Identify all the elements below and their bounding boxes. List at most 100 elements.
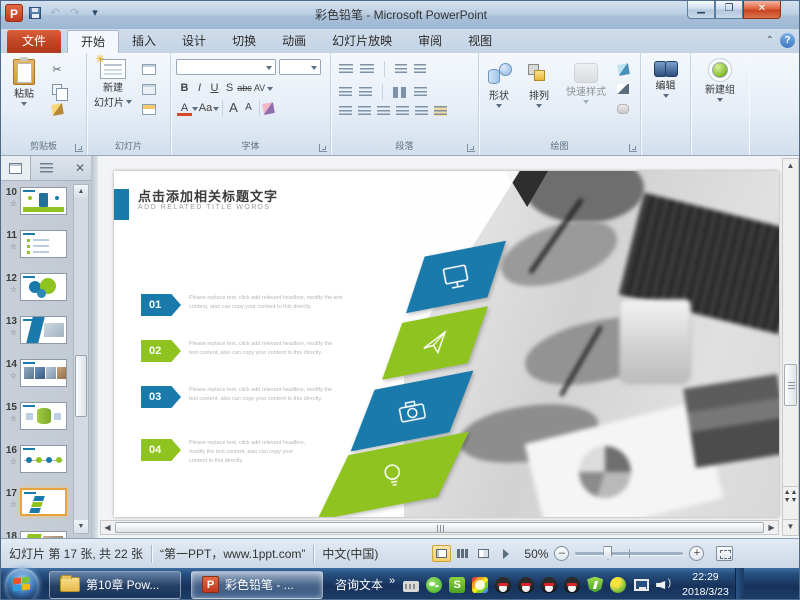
panel-scrollbar-thumb[interactable] [75,355,87,417]
section-button[interactable] [139,101,159,117]
zoom-out-button[interactable]: – [554,546,569,561]
network-icon[interactable] [633,578,649,594]
show-desktop-button[interactable] [735,568,744,600]
copy-button[interactable] [47,81,67,97]
restore-button[interactable]: ❐ [715,1,743,19]
horizontal-scrollbar-thumb[interactable] [115,522,764,533]
qq-icon[interactable] [518,577,534,593]
change-case-button[interactable]: Aa [198,100,213,116]
new-group-button[interactable]: 新建组 [691,53,749,102]
taskbar-clock[interactable]: 22:29 2018/3/23 [682,570,729,598]
slideshow-button[interactable] [495,545,514,562]
reset-slide-button[interactable] [139,81,159,97]
slide-thumb-15[interactable]: 15 [1,402,71,438]
zoom-in-button[interactable]: + [689,546,704,561]
help-icon[interactable]: ? [780,33,795,48]
slide-thumb-12[interactable]: 12 [1,273,71,309]
tab-review[interactable]: 审阅 [405,30,455,53]
italic-button[interactable]: I [192,80,207,96]
character-spacing-button[interactable]: AV [252,80,267,96]
change-case-arrow[interactable] [213,107,219,111]
slide-17-editing-surface[interactable]: 点击添加相关标题文字 ADD RELATED TITLE WORDS 01 Pl… [114,171,779,517]
horizontal-scrollbar[interactable]: ◀ ▶ [100,520,779,535]
list-item-03[interactable]: 03 Please replace text, click add releva… [141,386,339,408]
next-slide-icon[interactable]: ▼▼ [783,497,798,505]
start-button[interactable] [5,568,39,600]
underline-button[interactable]: U [207,80,222,96]
text-direction-icon[interactable] [414,64,426,75]
slide-thumb-11[interactable]: 11 [1,230,71,266]
close-button[interactable]: ✕ [743,1,781,19]
arrange-button[interactable]: 排列 [519,57,559,117]
decrease-indent-icon[interactable] [339,87,352,98]
rainbow-app-icon[interactable] [472,577,488,593]
cut-button[interactable]: ✂ [47,61,67,77]
minimize-button[interactable]: ▁ [687,1,715,19]
taskbar-button-folder[interactable]: 第10章 Pow... [49,571,181,599]
language-indicator[interactable]: 中文(中国) [322,545,378,562]
taskbar-toolbar-label[interactable]: 咨询文本 [335,576,383,593]
title-bar[interactable]: P ↶ ↷ ▾ 彩色铅笔 - Microsoft PowerPoint ▁ ❐ … [1,1,800,29]
new-slide-button[interactable]: 新建 幻灯片 [87,53,139,117]
align-center-icon[interactable] [358,106,371,116]
quick-styles-button[interactable]: 快速样式 [559,57,613,117]
font-size-combobox[interactable] [279,59,321,75]
bold-button[interactable]: B [177,80,192,96]
drawing-dialog-launcher[interactable] [629,144,637,152]
list-item-01[interactable]: 01 Please replace text, click add releva… [141,294,351,316]
font-name-combobox[interactable] [176,59,276,75]
shrink-font-button[interactable]: A [241,100,256,116]
zoom-slider-handle[interactable] [603,546,612,560]
taskbar-button-powerpoint[interactable]: P 彩色铅笔 - ... [191,571,323,599]
panel-splitter[interactable] [91,156,98,538]
list-item-02[interactable]: 02 Please replace text, click add releva… [141,340,339,362]
font-dialog-launcher[interactable] [319,144,327,152]
qq-icon[interactable] [564,577,580,593]
align-text-icon[interactable] [414,87,427,98]
scroll-left-icon[interactable]: ◀ [101,521,114,534]
collapse-ribbon-icon[interactable]: ⌃ [766,35,774,46]
columns-icon[interactable] [393,87,407,98]
scroll-up-icon[interactable]: ▲ [783,161,798,170]
panel-close-icon[interactable]: ✕ [75,161,85,175]
format-painter-button[interactable] [47,101,67,117]
qq-icon[interactable] [541,577,557,593]
previous-slide-icon[interactable]: ▲▲ [783,489,798,497]
paste-dropdown-arrow[interactable] [21,102,27,106]
panel-scroll-down-icon[interactable]: ▼ [74,520,88,533]
tab-slides-thumbnails[interactable] [1,156,31,180]
clear-formatting-icon[interactable] [262,102,275,115]
tab-transitions[interactable]: 切换 [219,30,269,53]
line-spacing-icon[interactable] [395,64,407,75]
shape-outline-button[interactable] [613,81,633,97]
fit-to-window-button[interactable] [716,546,733,561]
justify-icon[interactable] [396,106,409,116]
360-ball-icon[interactable] [610,577,626,593]
slide-thumb-18[interactable]: 18 [1,531,71,538]
align-right-icon[interactable] [377,106,390,116]
panel-scroll-up-icon[interactable]: ▲ [74,185,88,198]
list-item-04[interactable]: 04 Please replace text, click add releva… [141,439,307,465]
smartart-convert-icon[interactable] [434,106,447,116]
paragraph-dialog-launcher[interactable] [467,144,475,152]
normal-view-button[interactable] [432,545,451,562]
tab-view[interactable]: 视图 [455,30,505,53]
editing-button[interactable]: 编辑 [641,53,690,98]
shape-effects-button[interactable] [613,101,633,117]
bullets-icon[interactable] [339,64,353,75]
previous-next-slide-buttons[interactable]: ▲▲ ▼▼ [782,486,799,520]
scroll-right-icon[interactable]: ▶ [765,521,778,534]
panel-scrollbar[interactable]: ▲ ▼ [73,184,89,534]
zoom-level[interactable]: 50% [524,547,548,561]
volume-icon[interactable] [656,577,672,593]
numbering-icon[interactable] [360,64,374,75]
tray-overflow-chevron[interactable]: » [389,575,395,587]
tab-outline[interactable] [31,156,61,180]
wechat-icon[interactable] [426,577,442,593]
character-spacing-arrow[interactable] [267,87,273,91]
zoom-slider[interactable] [575,552,683,555]
slide-sorter-button[interactable] [453,545,472,562]
tab-design[interactable]: 设计 [169,30,219,53]
distribute-icon[interactable] [415,106,428,116]
increase-indent-icon[interactable] [359,87,372,98]
